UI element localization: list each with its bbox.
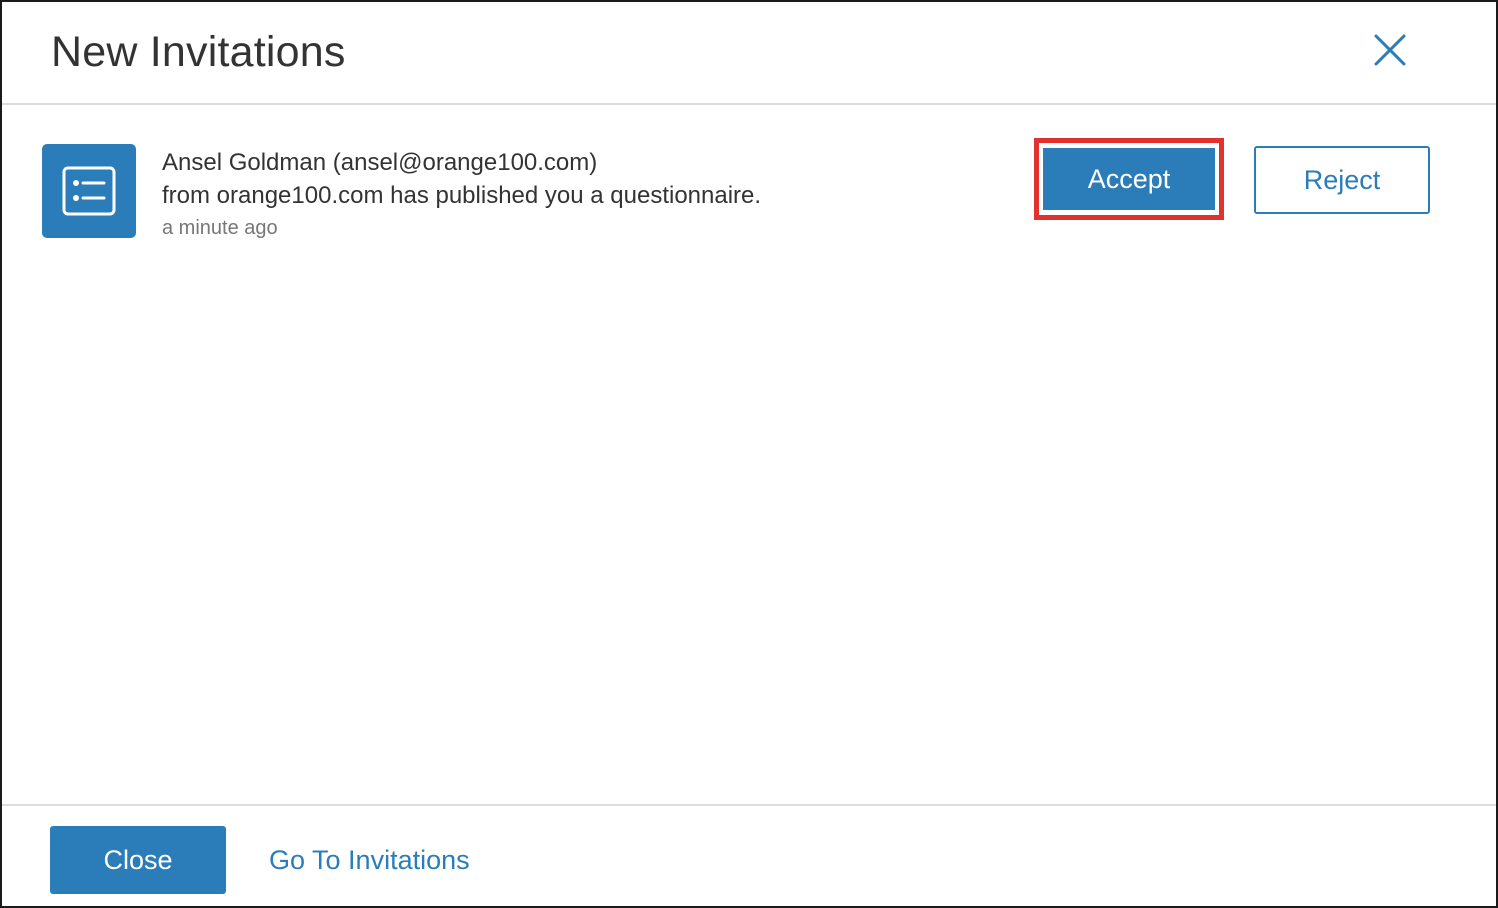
new-invitations-dialog: New Invitations Ansel Goldman (ansel@ora… (0, 0, 1498, 908)
invitation-item: Ansel Goldman (ansel@orange100.com) from… (42, 138, 1442, 254)
invitation-time: a minute ago (162, 217, 278, 239)
close-button[interactable]: Close (50, 826, 226, 894)
questionnaire-list-icon (42, 144, 136, 238)
dialog-title: New Invitations (51, 28, 346, 76)
accept-button[interactable]: Accept (1043, 148, 1215, 210)
dialog-footer: Close Go To Invitations (2, 804, 1496, 908)
dialog-header: New Invitations (2, 2, 1496, 105)
invitation-message: from orange100.com has published you a q… (162, 182, 762, 209)
close-x-icon[interactable] (1372, 32, 1408, 68)
invitation-sender: Ansel Goldman (ansel@orange100.com) (162, 149, 598, 176)
invitation-text: Ansel Goldman (ansel@orange100.com) from… (162, 148, 1002, 242)
go-to-invitations-link[interactable]: Go To Invitations (269, 844, 470, 876)
reject-button[interactable]: Reject (1254, 146, 1430, 214)
